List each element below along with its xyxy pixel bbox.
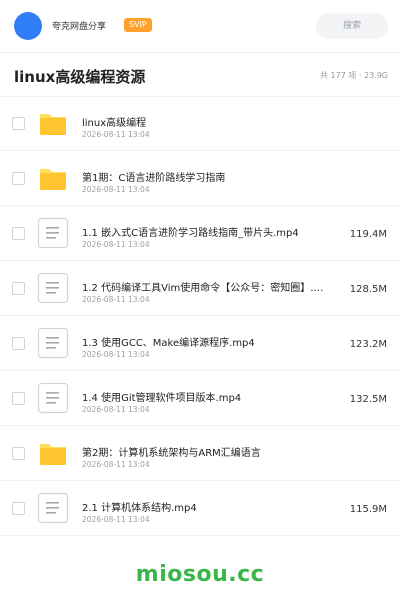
item-size: 119.4M <box>349 229 387 240</box>
item-date: 2026-08-11 13:04 <box>82 240 150 249</box>
file-row[interactable]: 1.3 使用GCC、Make编译源程序.mp4 2026-08-11 13:04 1… <box>0 316 400 371</box>
file-list: linux高级编程 2026-08-11 13:04 第1期：C语言进阶路线学习指南… <box>0 96 400 536</box>
folder-row[interactable]: linux高级编程 2026-08-11 13:04 <box>0 96 400 151</box>
watermark: miosou.cc <box>135 562 265 587</box>
item-date: 2026-08-11 13:04 <box>82 405 150 414</box>
folder-row[interactable]: 第2期：计算机系统架构与ARM汇编语言 2026-08-11 13:04 <box>0 426 400 481</box>
row-checkbox[interactable] <box>12 337 25 350</box>
item-name: 1.2 代码编译工具Vim使用命令【公众号：密知圈】.mp4 <box>82 283 332 294</box>
file-row[interactable]: 1.4 使用Git管理软件项目版本.mp4 2026-08-11 13:04 132… <box>0 371 400 426</box>
row-checkbox[interactable] <box>12 172 25 185</box>
svip-badge: SVIP <box>124 18 152 32</box>
file-row[interactable]: 1.2 代码编译工具Vim使用命令【公众号：密知圈】.mp4 2026-08-11… <box>0 261 400 316</box>
document-icon <box>37 492 69 524</box>
item-name: 1.1 嵌入式C语言进阶学习路线指南_带片头.mp4 <box>82 228 299 239</box>
item-name: 第2期：计算机系统架构与ARM汇编语言 <box>82 448 261 459</box>
row-checkbox[interactable] <box>12 502 25 515</box>
item-name: 2.1 计算机体系结构.mp4 <box>82 503 197 514</box>
item-date: 2026-08-11 13:04 <box>82 130 150 139</box>
avatar[interactable] <box>14 12 42 40</box>
item-date: 2026-08-11 13:04 <box>82 460 150 469</box>
item-summary: 共 177 项 · 23.9G <box>320 71 388 80</box>
document-icon <box>37 272 69 304</box>
title-row: linux高级编程资源 共 177 项 · 23.9G <box>0 53 400 97</box>
app-name: 夸克网盘分享 <box>52 22 107 32</box>
row-checkbox[interactable] <box>12 227 25 240</box>
file-row[interactable]: 1.1 嵌入式C语言进阶学习路线指南_带片头.mp4 2026-08-11 13:… <box>0 206 400 261</box>
row-checkbox[interactable] <box>12 392 25 405</box>
page-title: linux高级编程资源 <box>14 68 146 86</box>
item-name: 1.3 使用GCC、Make编译源程序.mp4 <box>82 338 255 349</box>
item-name: linux高级编程 <box>82 118 147 129</box>
document-icon <box>37 327 69 359</box>
item-name: 1.4 使用Git管理软件项目版本.mp4 <box>82 393 242 404</box>
row-checkbox[interactable] <box>12 117 25 130</box>
item-size: 123.2M <box>349 339 387 350</box>
item-date: 2026-08-11 13:04 <box>82 185 150 194</box>
file-row[interactable]: 2.1 计算机体系结构.mp4 2026-08-11 13:04 115.9M <box>0 481 400 536</box>
folder-icon <box>37 107 69 139</box>
search-button[interactable]: 搜索 <box>316 13 388 39</box>
item-name: 第1期：C语言进阶路线学习指南 <box>82 173 226 184</box>
top-bar: 夸克网盘分享 SVIP 搜索 <box>0 0 400 53</box>
item-size: 132.5M <box>349 394 387 405</box>
item-date: 2026-08-11 13:04 <box>82 295 150 304</box>
folder-icon <box>37 437 69 469</box>
document-icon <box>37 217 69 249</box>
row-checkbox[interactable] <box>12 447 25 460</box>
row-checkbox[interactable] <box>12 282 25 295</box>
folder-icon <box>37 162 69 194</box>
folder-row[interactable]: 第1期：C语言进阶路线学习指南 2026-08-11 13:04 <box>0 151 400 206</box>
item-date: 2026-08-11 13:04 <box>82 350 150 359</box>
item-date: 2026-08-11 13:04 <box>82 515 150 524</box>
item-size: 115.9M <box>349 504 387 515</box>
item-size: 128.5M <box>349 284 387 295</box>
document-icon <box>37 382 69 414</box>
